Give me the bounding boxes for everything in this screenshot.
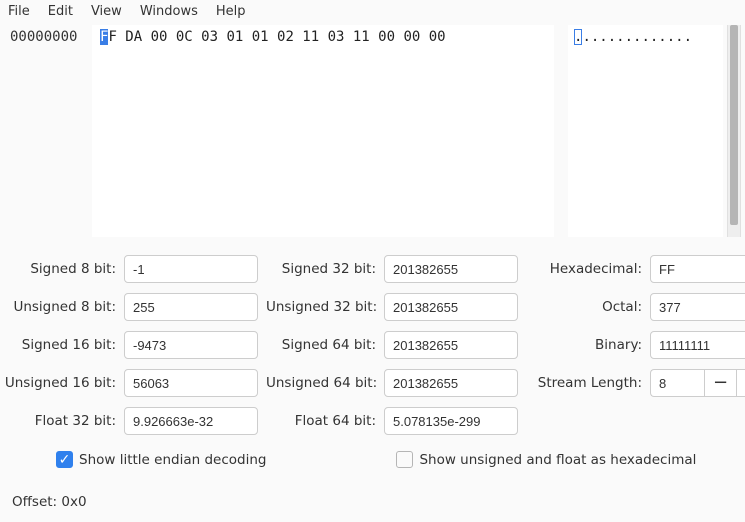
label-signed-16: Signed 16 bit: xyxy=(4,337,116,353)
options-row: ✓ Show little endian decoding Show unsig… xyxy=(0,435,745,468)
label-float-32: Float 32 bit: xyxy=(4,413,116,429)
field-hex[interactable] xyxy=(650,255,745,283)
hex-offset-gutter: 00000000 xyxy=(4,25,92,237)
hex-ascii-row[interactable]: ............. xyxy=(582,29,692,45)
offset-status: Offset: 0x0 xyxy=(0,468,745,510)
field-float-32[interactable] xyxy=(124,407,258,435)
menu-view[interactable]: View xyxy=(91,4,122,19)
hex-scrollbar[interactable] xyxy=(727,25,741,237)
offset-label: Offset: xyxy=(12,494,57,510)
field-unsigned-32[interactable] xyxy=(384,293,518,321)
label-signed-8: Signed 8 bit: xyxy=(4,261,116,277)
hex-scrollbar-thumb[interactable] xyxy=(730,25,738,225)
checkbox-little-endian-label: Show little endian decoding xyxy=(79,452,266,468)
unchecked-box-icon xyxy=(396,451,413,468)
decode-grid: Signed 8 bit: Signed 32 bit: Hexadecimal… xyxy=(0,237,745,435)
label-unsigned-16: Unsigned 16 bit: xyxy=(4,375,116,391)
label-octal: Octal: xyxy=(526,299,642,315)
field-signed-8[interactable] xyxy=(124,255,258,283)
menu-help[interactable]: Help xyxy=(216,4,246,19)
hex-bytes-row[interactable]: F DA 00 0C 03 01 01 02 11 03 11 00 00 00 xyxy=(108,29,445,45)
field-signed-32[interactable] xyxy=(384,255,518,283)
field-stream-length[interactable] xyxy=(650,369,704,397)
field-signed-16[interactable] xyxy=(124,331,258,359)
menu-file[interactable]: File xyxy=(8,4,30,19)
label-signed-64: Signed 64 bit: xyxy=(266,337,376,353)
field-binary[interactable] xyxy=(650,331,745,359)
field-float-64[interactable] xyxy=(384,407,518,435)
field-unsigned-64[interactable] xyxy=(384,369,518,397)
hex-ascii-pane[interactable]: .............. xyxy=(568,25,723,237)
field-signed-64[interactable] xyxy=(384,331,518,359)
menubar: File Edit View Windows Help xyxy=(0,0,745,25)
hex-view[interactable]: 00000000 FF DA 00 0C 03 01 01 02 11 03 1… xyxy=(0,25,745,237)
plus-icon[interactable]: + xyxy=(736,369,745,397)
checkbox-unsigned-hex-label: Show unsigned and float as hexadecimal xyxy=(419,452,696,468)
label-unsigned-32: Unsigned 32 bit: xyxy=(266,299,376,315)
label-stream-length: Stream Length: xyxy=(526,375,642,391)
offset-value: 0x0 xyxy=(61,494,86,510)
hex-bytes-pane[interactable]: FF DA 00 0C 03 01 01 02 11 03 11 00 00 0… xyxy=(92,25,568,237)
check-icon: ✓ xyxy=(56,451,73,468)
field-unsigned-16[interactable] xyxy=(124,369,258,397)
checkbox-unsigned-hex[interactable]: Show unsigned and float as hexadecimal xyxy=(396,451,696,468)
stream-length-stepper: − + xyxy=(650,369,745,397)
label-unsigned-64: Unsigned 64 bit: xyxy=(266,375,376,391)
minus-icon[interactable]: − xyxy=(704,369,736,397)
checkbox-little-endian[interactable]: ✓ Show little endian decoding xyxy=(56,451,266,468)
label-unsigned-8: Unsigned 8 bit: xyxy=(4,299,116,315)
field-octal[interactable] xyxy=(650,293,745,321)
label-binary: Binary: xyxy=(526,337,642,353)
label-hex: Hexadecimal: xyxy=(526,261,642,277)
label-signed-32: Signed 32 bit: xyxy=(266,261,376,277)
field-unsigned-8[interactable] xyxy=(124,293,258,321)
menu-windows[interactable]: Windows xyxy=(140,4,198,19)
label-float-64: Float 64 bit: xyxy=(266,413,376,429)
menu-edit[interactable]: Edit xyxy=(48,4,73,19)
